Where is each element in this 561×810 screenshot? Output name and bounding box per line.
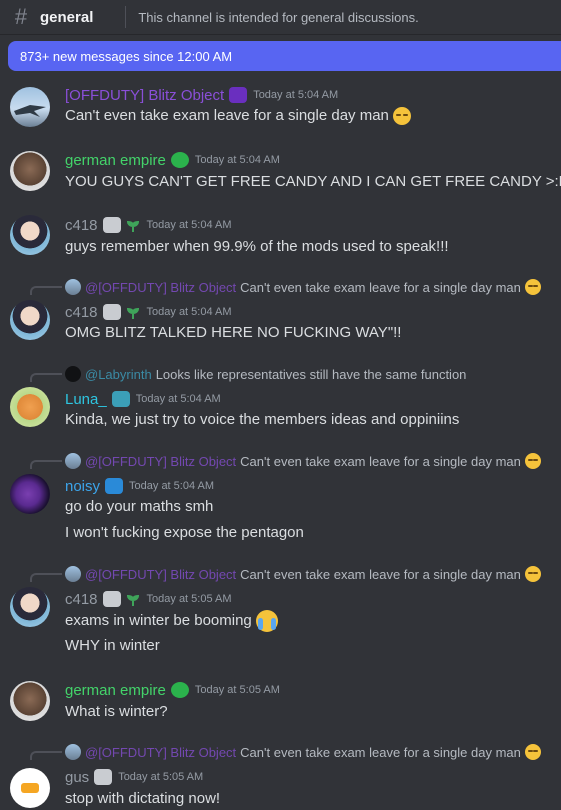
timestamp: Today at 5:04 AM bbox=[146, 306, 232, 318]
message-line: I won't fucking expose the pentagon bbox=[65, 524, 304, 541]
message: c418 Today at 5:04 AM guys remember when… bbox=[0, 214, 561, 262]
timestamp: Today at 5:04 AM bbox=[135, 393, 221, 405]
message-line: guys remember when 99.9% of the mods use… bbox=[65, 238, 449, 255]
message: [OFFDUTY] Blitz Object Today at 5:04 AM … bbox=[0, 83, 561, 133]
reply-preview[interactable]: @[OFFDUTY] Blitz Object Can't even take … bbox=[65, 743, 541, 761]
channel-hash-icon: # bbox=[14, 4, 28, 29]
reply-text: Can't even take exam leave for a single … bbox=[240, 566, 521, 582]
avatar[interactable] bbox=[10, 215, 50, 255]
message: german empire Today at 5:04 AM YOU GUYS … bbox=[0, 149, 561, 197]
message-line: Can't even take exam leave for a single … bbox=[65, 106, 411, 126]
sprout-icon bbox=[125, 591, 141, 607]
message-line: YOU GUYS CAN'T GET FREE CANDY AND I CAN … bbox=[65, 173, 561, 190]
role-badge-icon bbox=[105, 478, 124, 494]
reply-spine bbox=[30, 373, 62, 382]
role-badge-icon bbox=[102, 591, 121, 607]
gus-logo-icon bbox=[21, 783, 39, 793]
pensive-emoji-icon bbox=[524, 279, 541, 295]
role-badge-icon bbox=[170, 682, 189, 698]
author-name[interactable]: gus bbox=[65, 769, 89, 786]
timestamp: Today at 5:04 AM bbox=[194, 154, 280, 166]
message-line: What is winter? bbox=[65, 703, 168, 720]
author-name[interactable]: c418 bbox=[65, 591, 98, 608]
role-badge-icon bbox=[111, 391, 130, 407]
reply-author[interactable]: @[OFFDUTY] Blitz Object bbox=[85, 454, 236, 469]
timestamp: Today at 5:04 AM bbox=[253, 89, 339, 101]
reply-preview[interactable]: @[OFFDUTY] Blitz Object Can't even take … bbox=[65, 278, 541, 296]
timestamp: Today at 5:04 AM bbox=[146, 219, 232, 231]
channel-name[interactable]: general bbox=[40, 9, 93, 26]
role-badge-icon bbox=[170, 152, 189, 168]
message-line: WHY in winter bbox=[65, 637, 160, 654]
message: german empire Today at 5:05 AM What is w… bbox=[0, 679, 561, 727]
new-messages-text: 873+ new messages since 12:00 AM bbox=[20, 48, 233, 64]
new-messages-banner[interactable]: 873+ new messages since 12:00 AM bbox=[8, 41, 561, 71]
reply-text: Can't even take exam leave for a single … bbox=[240, 453, 521, 469]
reply-preview[interactable]: @[OFFDUTY] Blitz Object Can't even take … bbox=[65, 565, 541, 583]
role-badge-icon bbox=[102, 304, 121, 320]
channel-header: # general This channel is intended for g… bbox=[0, 0, 561, 35]
author-name[interactable]: noisy bbox=[65, 478, 100, 495]
reply-author[interactable]: @[OFFDUTY] Blitz Object bbox=[85, 745, 236, 760]
avatar[interactable] bbox=[10, 768, 50, 808]
reply-avatar bbox=[65, 744, 81, 760]
sprout-icon bbox=[125, 217, 141, 233]
timestamp: Today at 5:05 AM bbox=[118, 771, 204, 783]
pensive-emoji-icon bbox=[524, 744, 541, 760]
message: @[OFFDUTY] Blitz Object Can't even take … bbox=[0, 743, 561, 810]
author-name[interactable]: c418 bbox=[65, 217, 98, 234]
reply-spine bbox=[30, 573, 62, 582]
avatar[interactable] bbox=[10, 587, 50, 627]
reply-author[interactable]: @[OFFDUTY] Blitz Object bbox=[85, 567, 236, 582]
reply-avatar bbox=[65, 366, 81, 382]
avatar[interactable] bbox=[10, 681, 50, 721]
message-line: stop with dictating now! bbox=[65, 790, 221, 807]
avatar[interactable] bbox=[10, 474, 50, 514]
message-line: OMG BLITZ TALKED HERE NO FUCKING WAY"!! bbox=[65, 324, 402, 341]
message-line: Kinda, we just try to voice the members … bbox=[65, 411, 460, 428]
sprout-icon bbox=[125, 304, 141, 320]
reply-avatar bbox=[65, 279, 81, 295]
reply-text: Looks like representatives still have th… bbox=[155, 366, 467, 382]
header-divider bbox=[125, 6, 127, 28]
role-badge-icon bbox=[102, 217, 121, 233]
reply-avatar bbox=[65, 453, 81, 469]
message-line: exams in winter be booming bbox=[65, 610, 278, 632]
author-name[interactable]: c418 bbox=[65, 304, 98, 321]
reply-spine bbox=[30, 460, 62, 469]
loudly-crying-emoji-icon bbox=[255, 610, 278, 632]
jet-avatar-icon bbox=[14, 105, 46, 117]
message-line: go do your maths smh bbox=[65, 498, 214, 515]
avatar[interactable] bbox=[10, 87, 50, 127]
author-name[interactable]: german empire bbox=[65, 152, 166, 169]
timestamp: Today at 5:05 AM bbox=[194, 684, 280, 696]
author-name[interactable]: [OFFDUTY] Blitz Object bbox=[65, 87, 224, 104]
reply-text: Can't even take exam leave for a single … bbox=[240, 744, 521, 760]
reply-author[interactable]: @Labyrinth bbox=[85, 367, 152, 382]
pensive-emoji-icon bbox=[524, 566, 541, 582]
author-name[interactable]: german empire bbox=[65, 682, 166, 699]
avatar[interactable] bbox=[10, 151, 50, 191]
reply-spine bbox=[30, 286, 62, 295]
avatar[interactable] bbox=[10, 387, 50, 427]
reply-preview[interactable]: @Labyrinth Looks like representatives st… bbox=[65, 365, 466, 383]
channel-topic[interactable]: This channel is intended for general dis… bbox=[138, 10, 418, 25]
pensive-emoji-icon bbox=[392, 107, 411, 126]
reply-preview[interactable]: @[OFFDUTY] Blitz Object Can't even take … bbox=[65, 452, 541, 470]
reply-text: Can't even take exam leave for a single … bbox=[240, 279, 521, 295]
message: @[OFFDUTY] Blitz Object Can't even take … bbox=[0, 452, 561, 548]
reply-spine bbox=[30, 751, 62, 760]
role-badge-icon bbox=[229, 87, 248, 103]
reply-author[interactable]: @[OFFDUTY] Blitz Object bbox=[85, 280, 236, 295]
timestamp: Today at 5:04 AM bbox=[129, 480, 215, 492]
timestamp: Today at 5:05 AM bbox=[146, 593, 232, 605]
message: @[OFFDUTY] Blitz Object Can't even take … bbox=[0, 278, 561, 348]
author-name[interactable]: Luna_ bbox=[65, 391, 107, 408]
reply-avatar bbox=[65, 566, 81, 582]
message: @Labyrinth Looks like representatives st… bbox=[0, 365, 561, 435]
message: @[OFFDUTY] Blitz Object Can't even take … bbox=[0, 565, 561, 661]
role-badge-icon bbox=[94, 769, 113, 785]
avatar[interactable] bbox=[10, 300, 50, 340]
pensive-emoji-icon bbox=[524, 453, 541, 469]
